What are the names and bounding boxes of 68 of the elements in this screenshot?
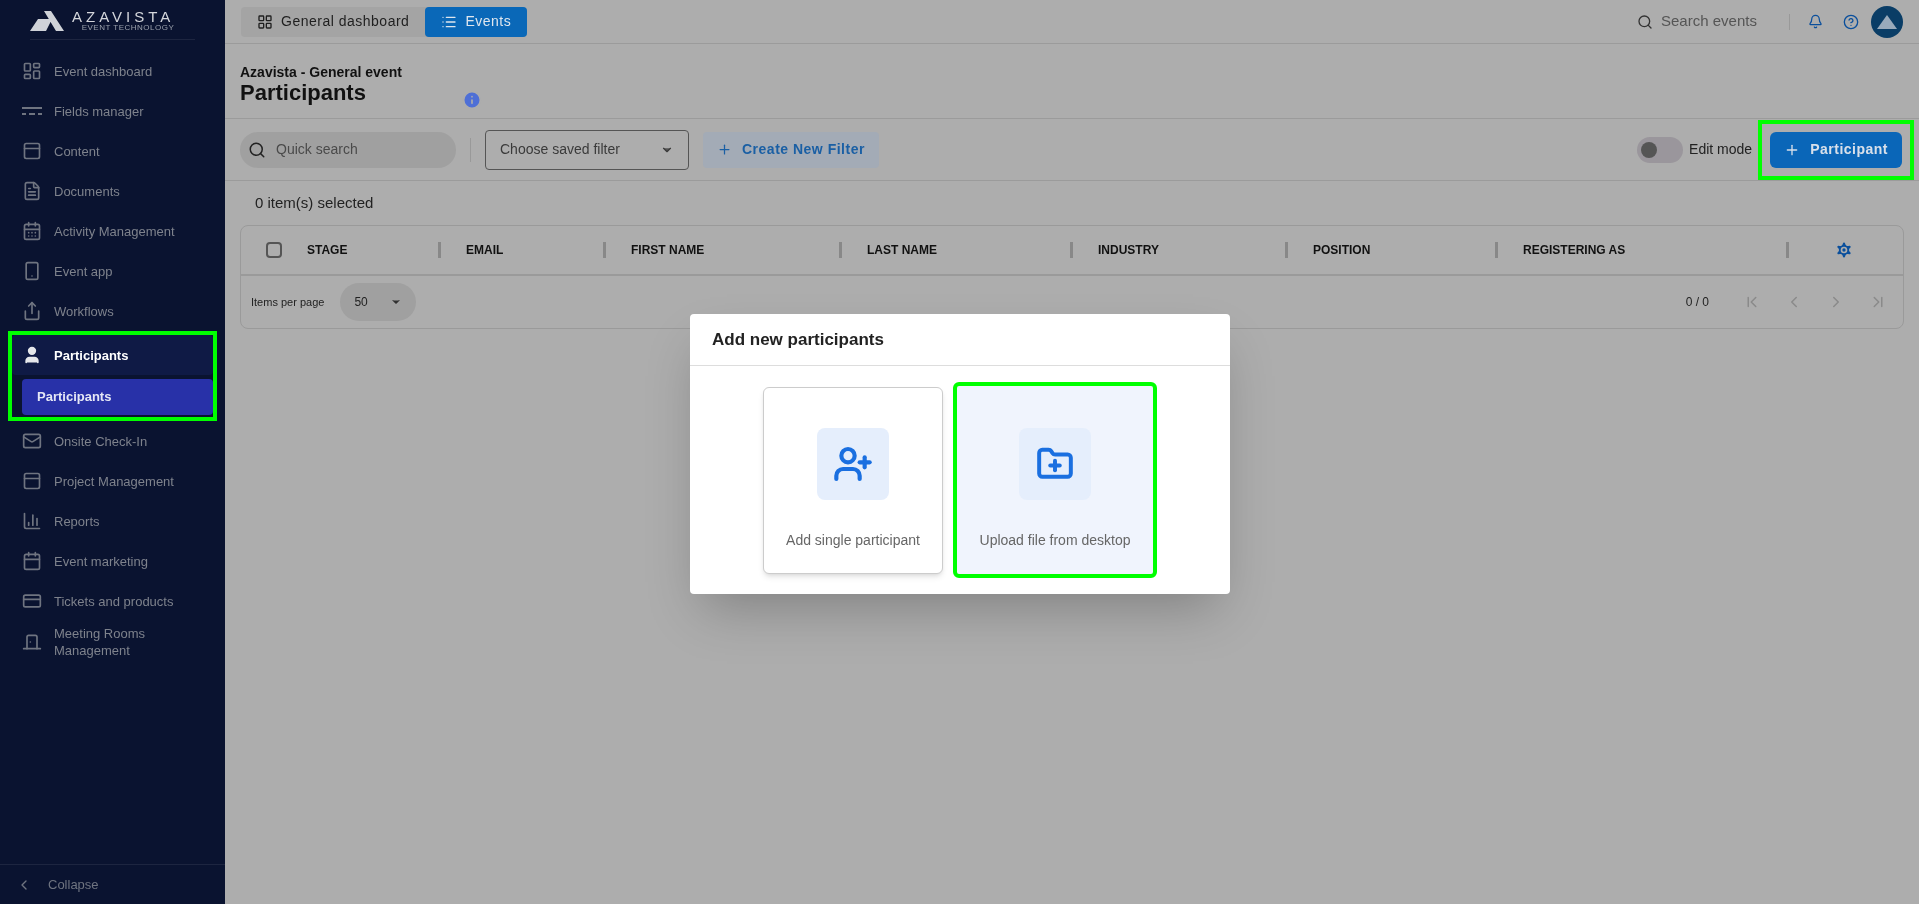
avatar[interactable] xyxy=(1871,5,1903,38)
sidebar-item[interactable]: Workflows xyxy=(12,291,213,331)
sidebar-item[interactable]: Onsite Check-In xyxy=(12,421,213,461)
column-header[interactable]: FIRST NAME xyxy=(631,241,839,259)
edit-mode-label: Edit mode xyxy=(1689,140,1753,159)
column-header[interactable]: STAGE xyxy=(307,241,438,259)
grid-icon xyxy=(257,13,273,30)
column-header[interactable]: REGISTERING AS xyxy=(1523,241,1786,259)
collapse-button[interactable]: Collapse xyxy=(48,874,99,895)
menu-icon xyxy=(22,471,42,491)
logo-text: AZAVISTA xyxy=(72,9,175,24)
page-title: Participants xyxy=(240,80,367,106)
column-header[interactable]: EMAIL xyxy=(466,241,603,259)
sidebar-item[interactable]: Event marketing xyxy=(12,541,213,581)
items-per-page-label: Items per page xyxy=(251,294,325,310)
search-icon xyxy=(248,140,266,159)
page-size-dropdown[interactable]: 50 xyxy=(340,283,417,321)
selection-count: 0 item(s) selected xyxy=(255,192,374,213)
info-icon[interactable] xyxy=(461,90,482,110)
create-filter-button[interactable]: Create New Filter xyxy=(703,131,879,168)
notification-icon[interactable] xyxy=(1808,14,1823,29)
sidebar-item[interactable]: Event app xyxy=(12,251,213,291)
toggle-switch[interactable] xyxy=(1637,136,1684,163)
dashes-icon xyxy=(22,107,42,115)
help-icon[interactable] xyxy=(1843,13,1859,30)
menu-icon xyxy=(22,511,42,531)
sidebar-item[interactable]: Participants xyxy=(12,335,213,375)
menu-icon xyxy=(22,261,42,281)
menu-icon xyxy=(22,221,42,241)
menu-icon xyxy=(22,431,42,451)
person-icon xyxy=(22,345,42,365)
sidebar-item[interactable]: Project Management xyxy=(12,461,213,501)
option-card[interactable]: Upload file from desktop xyxy=(953,382,1157,578)
menu-icon xyxy=(22,591,42,611)
menu-icon xyxy=(22,551,42,571)
logo-icon xyxy=(30,10,64,31)
column-header[interactable]: LAST NAME xyxy=(867,241,1070,259)
sidebar-item[interactable]: Documents xyxy=(12,171,213,211)
quick-search-field[interactable]: Quick search xyxy=(240,131,456,168)
search-icon xyxy=(1637,13,1653,30)
saved-filter-dropdown[interactable]: Choose saved filter xyxy=(485,129,689,170)
sidebar-item[interactable]: Event dashboard xyxy=(12,51,213,91)
sidebar-item[interactable]: Content xyxy=(12,131,213,171)
menu-icon xyxy=(22,61,42,81)
add-participant-button[interactable]: Participant xyxy=(1770,131,1902,168)
menu-icon xyxy=(22,301,42,321)
menu-icon xyxy=(22,181,42,201)
sidebar-item[interactable]: Meeting Rooms Management xyxy=(12,621,213,663)
sidebar-item[interactable]: Tickets and products xyxy=(12,581,213,621)
column-header[interactable]: INDUSTRY xyxy=(1098,241,1285,259)
nav-tab[interactable]: Events xyxy=(425,6,528,37)
settings-icon[interactable] xyxy=(1834,240,1854,260)
option-card[interactable]: Add single participant xyxy=(763,386,943,574)
plus-icon xyxy=(717,142,732,157)
menu-icon xyxy=(22,632,42,652)
column-header[interactable]: POSITION xyxy=(1313,241,1495,259)
search-field[interactable]: Search events xyxy=(1661,10,1771,33)
modal-title: Add new participants xyxy=(712,328,884,351)
nav-tab[interactable]: General dashboard xyxy=(241,6,426,37)
sidebar-item[interactable]: Activity Management xyxy=(12,211,213,251)
sidebar-item[interactable]: Reports xyxy=(12,501,213,541)
sidebar-item[interactable]: Fields manager xyxy=(12,91,213,131)
logo-tagline: EVENT TECHNOLOGY xyxy=(81,24,175,32)
sidebar-subitem[interactable]: Participants xyxy=(22,379,213,415)
menu-icon xyxy=(22,141,42,161)
checkbox[interactable] xyxy=(266,242,282,258)
page-range: 0 / 0 xyxy=(1685,294,1709,311)
breadcrumb: Azavista - General event xyxy=(240,64,402,80)
